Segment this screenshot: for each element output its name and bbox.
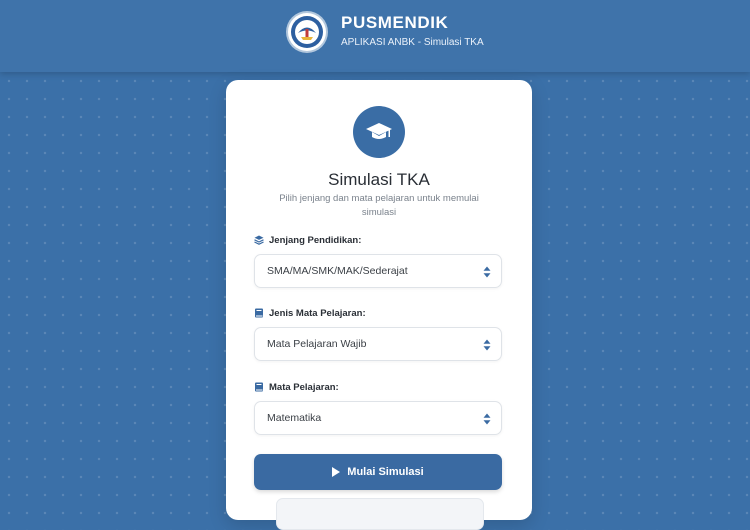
secondary-button[interactable]	[276, 498, 484, 530]
card-title: Simulasi TKA	[328, 170, 430, 189]
sort-arrows-icon	[483, 266, 491, 278]
app-title: PUSMENDIK	[341, 13, 449, 32]
jenis-mapel-label: Jenis Mata Pelajaran:	[254, 306, 366, 320]
jenis-mapel-select-value: Mata Pelajaran Wajib	[267, 338, 367, 350]
jenjang-label-text: Jenjang Pendidikan:	[269, 234, 362, 246]
sort-arrows-icon	[483, 413, 491, 425]
mapel-select-value: Matematika	[267, 412, 322, 424]
graduation-cap-badge	[353, 106, 405, 158]
mapel-label: Mata Pelajaran:	[254, 380, 339, 394]
tut-wuri-handayani-logo	[288, 13, 326, 51]
mapel-label-text: Mata Pelajaran:	[269, 381, 339, 393]
book-icon	[255, 382, 263, 392]
jenis-mapel-select[interactable]: Mata Pelajaran Wajib	[254, 327, 502, 361]
play-icon	[332, 467, 341, 477]
start-simulation-button[interactable]: Mulai Simulasi	[254, 454, 502, 490]
app-header: PUSMENDIK APLIKASI ANBK - Simulasi TKA	[0, 0, 750, 72]
simulation-card: Simulasi TKA Pilih jenjang dan mata pela…	[226, 80, 532, 530]
jenis-mapel-label-text: Jenis Mata Pelajaran:	[269, 307, 366, 319]
jenjang-select[interactable]: SMA/MA/SMK/MAK/Sederajat	[254, 254, 502, 288]
jenjang-label: Jenjang Pendidikan:	[254, 233, 361, 247]
graduation-cap-icon	[366, 123, 392, 139]
book-icon	[255, 308, 263, 318]
start-simulation-label: Mulai Simulasi	[347, 466, 424, 478]
sort-arrows-icon	[483, 339, 491, 351]
app-subtitle: APLIKASI ANBK - Simulasi TKA	[341, 37, 484, 48]
layers-icon	[254, 235, 264, 245]
mapel-select[interactable]: Matematika	[254, 401, 502, 435]
jenjang-select-value: SMA/MA/SMK/MAK/Sederajat	[267, 265, 408, 277]
card-subtitle: Pilih jenjang dan mata pelajaran untuk m…	[279, 193, 479, 218]
